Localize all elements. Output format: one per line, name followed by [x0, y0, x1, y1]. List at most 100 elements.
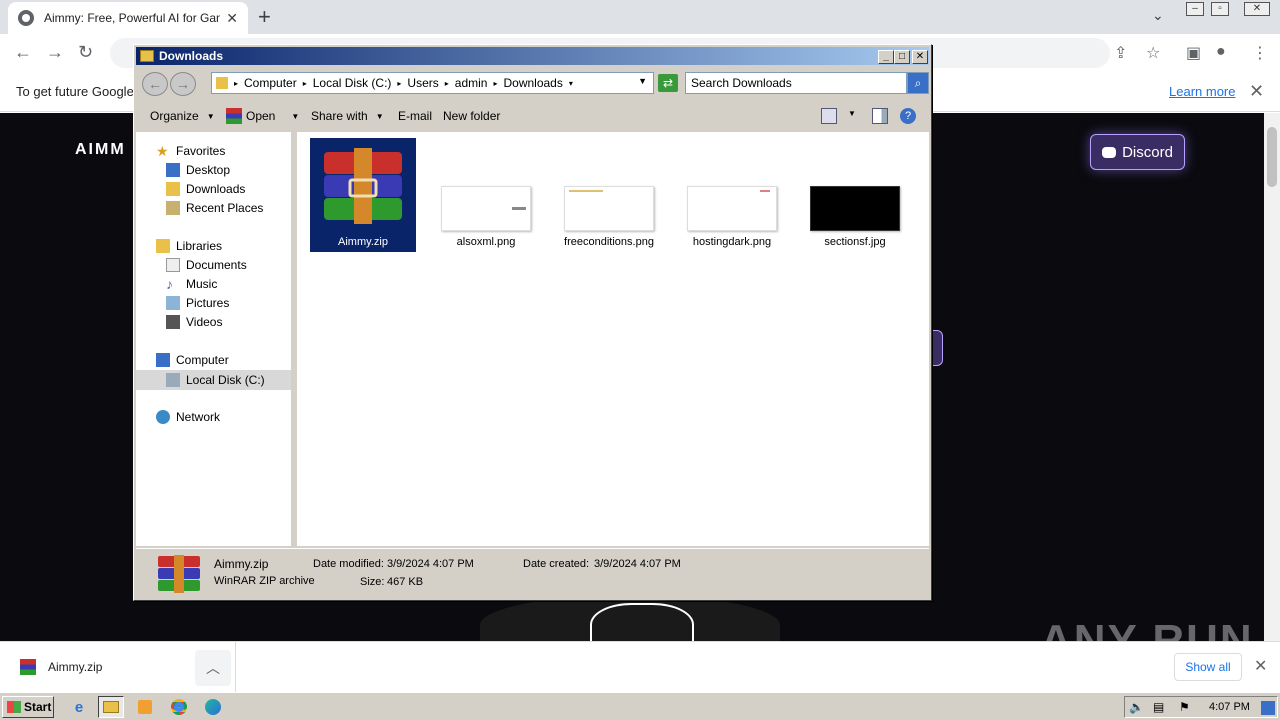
view-options-icon[interactable] [821, 108, 837, 124]
minimize-button[interactable]: _ [878, 50, 894, 64]
downloads-folder-icon [166, 182, 180, 196]
breadcrumb-local-disk[interactable]: Local Disk (C:) [313, 76, 392, 90]
view-dropdown-icon[interactable]: ▼ [848, 109, 856, 118]
organize-button[interactable]: Organize ▼ [150, 109, 215, 123]
file-name: sectionsf.jpg [824, 236, 886, 248]
close-button[interactable]: ✕ [912, 50, 928, 64]
explorer-taskbar-icon[interactable] [98, 696, 124, 718]
media-player-taskbar-icon[interactable] [132, 696, 158, 718]
winrar-icon [20, 659, 36, 675]
nav-documents[interactable]: Documents [166, 258, 247, 272]
menu-kebab-icon[interactable]: ⋮ [1252, 43, 1268, 63]
nav-local-disk-label: Local Disk (C:) [186, 373, 265, 387]
explorer-titlebar[interactable]: Downloads _ □ ✕ [136, 47, 929, 65]
open-button[interactable]: Open ▼ [246, 109, 299, 123]
nav-recent-places[interactable]: Recent Places [166, 201, 263, 215]
side-panel-icon[interactable]: ▣ [1186, 43, 1201, 63]
breadcrumb-separator-icon[interactable]: ▸ [234, 79, 238, 88]
back-button[interactable]: ← [142, 72, 168, 96]
search-input[interactable]: Search Downloads [685, 72, 907, 94]
volume-icon[interactable]: 🔈 [1129, 700, 1144, 714]
download-shelf-close-icon[interactable]: ✕ [1254, 656, 1267, 676]
nav-videos[interactable]: Videos [166, 315, 222, 329]
search-icon[interactable]: ⌕ [907, 72, 929, 94]
file-item-hostingdark[interactable]: hostingdark.png [679, 138, 785, 252]
window-title: Downloads [159, 49, 224, 63]
breadcrumb-admin[interactable]: admin [455, 76, 488, 90]
taskbar: Start e 🔈 ▤ ⚑ 4:07 PM [0, 692, 1280, 720]
date-modified-label: Date modified: [313, 558, 384, 570]
breadcrumb-separator-icon[interactable]: ▸ [303, 79, 307, 88]
videos-icon [166, 315, 180, 329]
download-options-chevron-icon[interactable]: ︿ [195, 650, 231, 686]
file-item-alsoxml[interactable]: alsoxml.png [433, 138, 539, 252]
breadcrumb-users[interactable]: Users [407, 76, 438, 90]
discord-button[interactable]: Discord [1090, 134, 1185, 170]
show-desktop-icon[interactable] [1261, 701, 1275, 715]
network-tray-icon[interactable]: ▤ [1153, 700, 1167, 714]
nav-music[interactable]: ♪ Music [166, 277, 217, 291]
browser-tab[interactable]: Aimmy: Free, Powerful AI for Gaming ✕ [8, 2, 248, 34]
libraries-icon [156, 239, 170, 253]
close-browser-button[interactable]: ✕ [1244, 2, 1270, 16]
nav-network[interactable]: Network [156, 410, 220, 424]
forward-button[interactable]: → [170, 72, 196, 96]
download-item[interactable]: Aimmy.zip ︿ [0, 642, 236, 693]
new-tab-button[interactable]: + [258, 4, 271, 30]
breadcrumb-separator-icon[interactable]: ▸ [397, 79, 401, 88]
file-item-aimmy-zip[interactable]: Aimmy.zip [310, 138, 416, 252]
nav-favorites[interactable]: ★ Favorites [156, 144, 225, 158]
share-icon[interactable]: ⇪ [1114, 43, 1127, 63]
file-item-sectionsf[interactable]: sectionsf.jpg [802, 138, 908, 252]
profile-avatar-icon[interactable]: ● [1216, 43, 1226, 61]
scrollbar-thumb[interactable] [1267, 127, 1277, 187]
maximize-button[interactable]: □ [894, 50, 910, 64]
breadcrumb-separator-icon[interactable]: ▾ [569, 79, 573, 88]
winrar-archive-icon [324, 148, 402, 224]
breadcrumb-bar[interactable]: ▸ Computer ▸ Local Disk (C:) ▸ Users ▸ a… [211, 72, 654, 94]
navigation-pane: ★ Favorites Desktop Downloads Recent Plac… [136, 132, 294, 546]
new-folder-button[interactable]: New folder [443, 109, 500, 123]
infobar-close-icon[interactable]: ✕ [1249, 81, 1264, 102]
action-center-flag-icon[interactable]: ⚑ [1179, 700, 1193, 714]
edge-taskbar-icon[interactable] [200, 696, 226, 718]
breadcrumb-separator-icon[interactable]: ▸ [493, 79, 497, 88]
nav-computer[interactable]: Computer [156, 353, 229, 367]
file-item-freeconditions[interactable]: freeconditions.png [556, 138, 662, 252]
pictures-icon [166, 296, 180, 310]
forward-arrow-icon[interactable]: → [46, 42, 64, 63]
help-icon[interactable]: ? [900, 108, 916, 124]
learn-more-link[interactable]: Learn more [1169, 84, 1235, 99]
tab-title: Aimmy: Free, Powerful AI for Gaming [44, 11, 220, 25]
breadcrumb-separator-icon[interactable]: ▸ [445, 79, 449, 88]
minimize-browser-button[interactable]: – [1186, 2, 1204, 16]
start-button[interactable]: Start [2, 696, 54, 718]
close-tab-icon[interactable]: ✕ [226, 10, 238, 27]
breadcrumb-downloads[interactable]: Downloads [503, 76, 562, 90]
nav-downloads[interactable]: Downloads [166, 182, 245, 196]
share-with-button[interactable]: Share with ▼ [311, 109, 384, 123]
page-scrollbar[interactable] [1264, 113, 1280, 641]
address-dropdown-icon[interactable]: ▼ [638, 76, 647, 86]
chrome-taskbar-icon[interactable] [166, 696, 192, 718]
music-icon: ♪ [166, 276, 173, 292]
email-button[interactable]: E-mail [398, 109, 432, 123]
restore-browser-button[interactable]: ▫ [1211, 2, 1229, 16]
preview-pane-icon[interactable] [872, 108, 888, 124]
command-bar: Organize ▼ Open ▼ Share with ▼ E-mail New f… [136, 101, 929, 131]
nav-desktop[interactable]: Desktop [166, 163, 230, 177]
nav-libraries[interactable]: Libraries [156, 239, 222, 253]
refresh-icon[interactable]: ⇄ [658, 74, 678, 92]
ie-taskbar-icon[interactable]: e [66, 696, 92, 718]
clock[interactable]: 4:07 PM [1209, 701, 1250, 713]
nav-local-disk[interactable]: Local Disk (C:) [136, 370, 291, 390]
nav-pictures[interactable]: Pictures [166, 296, 229, 310]
breadcrumb-computer[interactable]: Computer [244, 76, 297, 90]
bookmark-star-icon[interactable]: ☆ [1146, 43, 1160, 63]
back-arrow-icon[interactable]: ← [14, 42, 32, 63]
tab-search-chevron-icon[interactable]: ⌄ [1152, 7, 1164, 24]
reload-icon[interactable]: ↻ [78, 42, 93, 63]
computer-folder-icon [216, 77, 228, 89]
show-all-button[interactable]: Show all [1174, 653, 1242, 681]
site-logo[interactable]: AIMM [75, 141, 126, 159]
